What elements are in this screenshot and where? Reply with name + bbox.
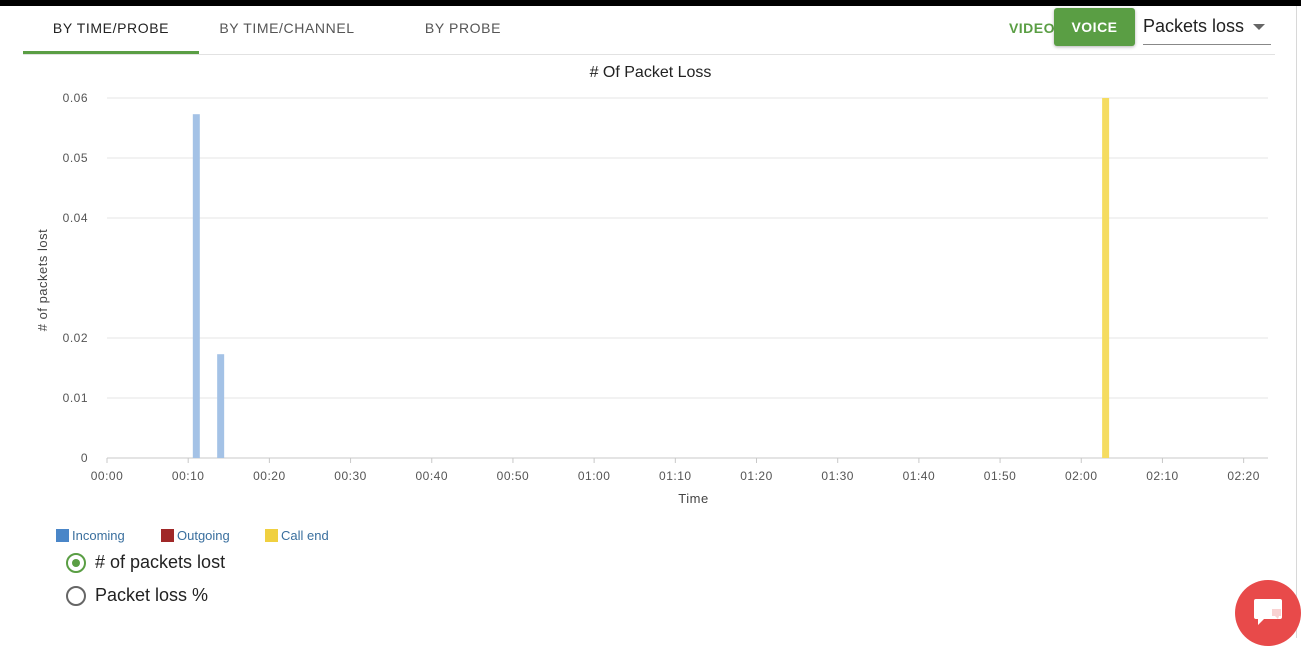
legend-item-outgoing[interactable]: Outgoing (161, 528, 230, 546)
legend-item-call-end[interactable]: Call end (265, 528, 329, 546)
bar-incoming (192, 114, 200, 458)
radio-checked-icon (66, 553, 86, 573)
x-tick-label: 02:00 (1065, 469, 1098, 483)
y-tick-label: 0.06 (63, 91, 88, 105)
y-tick-label: 0.04 (63, 211, 88, 225)
x-tick-label: 02:10 (1146, 469, 1179, 483)
legend-label-outgoing: Outgoing (177, 528, 230, 543)
legend-label-incoming: Incoming (72, 528, 125, 543)
legend-item-incoming[interactable]: Incoming (56, 528, 125, 546)
legend-swatch-incoming (56, 529, 69, 542)
x-tick-label: 02:20 (1227, 469, 1260, 483)
packet-loss-chart: 0 0.01 0.02 0.04 0.05 0.06 00:00 00:10 00:20 00:3… (35, 91, 1268, 506)
y-axis-label: # of packets lost (35, 229, 50, 331)
x-tick-label: 01:30 (821, 469, 854, 483)
x-tick-label: 00:30 (334, 469, 367, 483)
y-tick-label: 0 (81, 451, 88, 465)
x-tick-label: 00:50 (497, 469, 530, 483)
x-axis-label: Time (678, 491, 708, 506)
y-tick-label: 0.01 (63, 391, 88, 405)
legend-label-call-end: Call end (281, 528, 329, 543)
x-tick-label: 01:50 (984, 469, 1017, 483)
radio-packets-lost-label: # of packets lost (95, 552, 226, 572)
x-tick-label: 01:00 (578, 469, 611, 483)
legend-swatch-outgoing (161, 529, 174, 542)
x-tick-label: 00:00 (91, 469, 124, 483)
x-tick-label: 01:40 (903, 469, 936, 483)
bar-incoming (217, 354, 225, 458)
legend-swatch-call-end (265, 529, 278, 542)
x-tick-label: 00:20 (253, 469, 286, 483)
x-tick-label: 01:10 (659, 469, 692, 483)
y-tick-label: 0.05 (63, 151, 88, 165)
x-tick-label: 00:40 (415, 469, 448, 483)
x-tick-label: 00:10 (172, 469, 205, 483)
y-tick-label: 0.02 (63, 331, 88, 345)
bar-call-end (1102, 98, 1110, 458)
x-tick-label: 01:20 (740, 469, 773, 483)
chat-button[interactable] (1235, 580, 1301, 646)
radio-packet-loss-percent-label: Packet loss % (95, 585, 209, 605)
chat-bubble-icon (1254, 599, 1282, 625)
radio-unchecked-icon (66, 586, 86, 606)
